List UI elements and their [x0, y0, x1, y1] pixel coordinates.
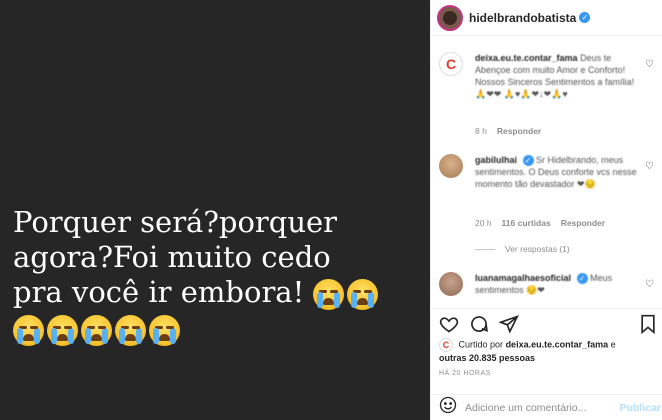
liker-avatar[interactable]: C — [439, 338, 453, 352]
emoji-smiley-icon[interactable] — [439, 396, 457, 419]
commenter-avatar[interactable] — [439, 154, 463, 178]
post-text-line: pra você ir embora! — [13, 275, 305, 309]
crying-face-icon — [115, 314, 146, 346]
publish-button[interactable]: Publicar — [620, 402, 661, 414]
like-comment-heart-icon[interactable]: ♡ — [645, 162, 655, 172]
author-avatar[interactable] — [437, 4, 463, 31]
crying-face-icon — [149, 314, 180, 346]
verified-badge-icon: ✓ — [579, 12, 591, 23]
crying-face-icon — [47, 314, 78, 346]
likes-others-link[interactable]: outras 20.835 pessoas — [439, 353, 535, 363]
post-text-line: Porquer será?porquer — [13, 205, 338, 239]
crying-face-icon — [347, 278, 379, 310]
comment-time: 20 h — [475, 218, 492, 228]
commenter-username[interactable]: gabilulhai — [475, 155, 517, 165]
commenter-avatar[interactable] — [439, 272, 463, 296]
post-caption-text: Porquer será?porquer agora?Foi muito ced… — [13, 205, 413, 346]
liker-username[interactable]: deixa.eu.te.contar_fama — [506, 339, 609, 349]
commenter-username[interactable]: luanamagalhaesoficial — [475, 273, 571, 283]
verified-badge-icon: ✓ — [576, 273, 588, 284]
bookmark-icon[interactable] — [637, 313, 659, 335]
crying-face-icon — [313, 278, 345, 310]
likes-summary: C Curtido por deixa.eu.te.contar_fama e … — [439, 338, 616, 363]
crying-face-icon — [13, 314, 44, 346]
comment-bubble-icon[interactable] — [468, 313, 490, 335]
post-text-line: agora?Foi muito cedo — [13, 240, 331, 274]
share-paper-plane-icon[interactable] — [498, 313, 520, 335]
post-timestamp[interactable]: HÁ 20 HORAS — [439, 370, 491, 377]
verified-badge-icon: ✓ — [522, 155, 534, 166]
comment-time: 8 h — [475, 126, 487, 136]
crying-face-icon — [81, 314, 112, 346]
comment-input[interactable] — [465, 401, 615, 414]
replies-divider — [475, 248, 495, 250]
view-replies-button[interactable]: Ver respostas (1) — [475, 244, 570, 254]
comments-list[interactable]: deixa.eu.te.contar_fama Deus te Abençoe … — [431, 36, 662, 308]
post-image: Porquer será?porquer agora?Foi muito ced… — [0, 0, 430, 420]
reply-button[interactable]: Responder — [497, 126, 541, 136]
reply-button[interactable]: Responder — [561, 218, 605, 228]
add-comment-bar: Publicar — [431, 394, 662, 420]
comment-likes-count[interactable]: 116 curtidas — [502, 218, 551, 228]
post-actions-bar — [431, 308, 662, 338]
like-heart-icon[interactable] — [438, 313, 460, 335]
post-header: hidelbrandobatista ✓ — [431, 0, 662, 36]
like-comment-heart-icon[interactable]: ♡ — [645, 60, 655, 70]
post-sidebar: hidelbrandobatista ✓ deixa.eu.te.contar_… — [430, 0, 662, 420]
like-comment-heart-icon[interactable]: ♡ — [645, 280, 655, 290]
commenter-username[interactable]: deixa.eu.te.contar_fama — [475, 53, 578, 63]
commenter-avatar[interactable] — [439, 52, 463, 76]
author-username[interactable]: hidelbrandobatista — [469, 11, 576, 25]
